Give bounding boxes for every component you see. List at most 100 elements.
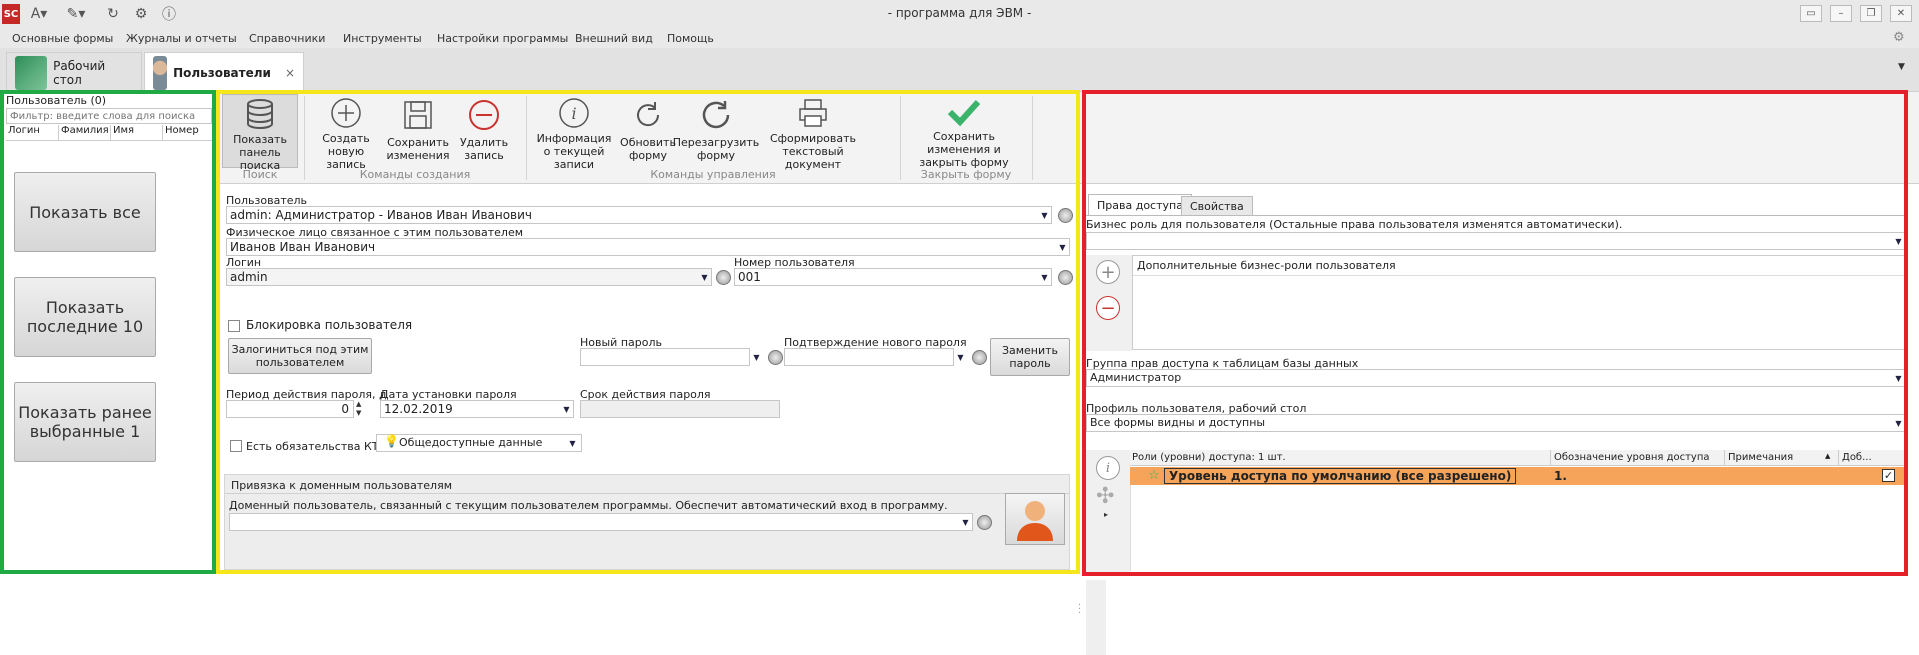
- gear-icon[interactable]: ⚙: [1893, 30, 1905, 45]
- row-role-name: Уровень доступа по умолчанию (все разреш…: [1164, 468, 1517, 484]
- new-password-dropdown-icon[interactable]: ▼: [750, 349, 763, 365]
- avatar-icon: [1017, 501, 1053, 541]
- person-dropdown-icon[interactable]: ▼: [1056, 239, 1069, 255]
- set-date-field[interactable]: 12.02.2019: [380, 400, 574, 418]
- tab-access-rights[interactable]: Права доступа: [1088, 194, 1192, 216]
- info-icon: i: [556, 97, 592, 129]
- number-dropdown-icon[interactable]: ▼: [1038, 269, 1051, 285]
- menu-item-help[interactable]: Помощь: [667, 32, 714, 45]
- avatar-button[interactable]: [1005, 493, 1065, 545]
- save-icon: [400, 97, 436, 133]
- col-number[interactable]: Номер: [163, 125, 212, 140]
- menu-item-directories[interactable]: Справочники: [249, 32, 325, 45]
- user-open-icon[interactable]: [1058, 208, 1073, 223]
- refresh-form-button[interactable]: Обновить форму: [620, 94, 676, 168]
- expand-arrow-icon[interactable]: ▸: [1104, 510, 1108, 519]
- col-add[interactable]: Доб...: [1838, 450, 1872, 466]
- group-label-manage: Команды управления: [650, 168, 776, 181]
- business-role-field[interactable]: [1086, 232, 1906, 250]
- kt-checkbox[interactable]: [230, 440, 242, 452]
- kt-select[interactable]: Общедоступные данные: [376, 434, 582, 452]
- save-and-close-button[interactable]: Сохранить изменения и закрыть форму: [906, 94, 1022, 169]
- profile-field[interactable]: Все формы видны и доступны: [1086, 414, 1906, 432]
- minimize-button[interactable]: –: [1830, 5, 1852, 22]
- delete-record-button[interactable]: Удалить запись: [454, 94, 514, 168]
- tab-properties[interactable]: Свойства: [1181, 196, 1253, 216]
- puzzle-icon[interactable]: ✣: [1096, 484, 1114, 509]
- col-level-code[interactable]: Обозначение уровня доступа: [1550, 450, 1710, 466]
- show-all-button[interactable]: Показать все: [14, 172, 156, 252]
- access-group-field[interactable]: Администратор: [1086, 369, 1906, 387]
- splitter-grip-icon[interactable]: · · ·: [1078, 601, 1081, 619]
- close-tab-icon[interactable]: ×: [285, 66, 295, 80]
- user-field[interactable]: admin: Администратор - Иванов Иван Ивано…: [226, 206, 1052, 224]
- number-field[interactable]: 001: [734, 268, 1052, 286]
- block-user-checkbox[interactable]: [228, 320, 240, 332]
- menu-item-program-settings[interactable]: Настройки программы: [437, 32, 568, 45]
- period-spinner-icon[interactable]: ▲ ▼: [356, 400, 361, 418]
- save-changes-button[interactable]: Сохранить изменения: [384, 94, 452, 168]
- sort-up-icon: ▲: [1825, 452, 1831, 460]
- confirm-password-open-icon[interactable]: [972, 350, 987, 365]
- new-password-open-icon[interactable]: [768, 350, 783, 365]
- profile-dropdown-icon[interactable]: ▼: [1892, 415, 1905, 431]
- new-password-field[interactable]: [580, 348, 750, 366]
- tab-users[interactable]: Пользователи ×: [144, 52, 304, 92]
- domain-open-icon[interactable]: [977, 515, 992, 530]
- levels-grid-row[interactable]: ☆ Уровень доступа по умолчанию (все разр…: [1130, 467, 1906, 485]
- col-login[interactable]: Логин: [6, 125, 59, 140]
- tab-desktop[interactable]: Рабочий стол: [6, 52, 142, 92]
- col-roles[interactable]: Роли (уровни) доступа: 1 шт.: [1132, 452, 1286, 463]
- restore-layout-button[interactable]: ▭: [1800, 5, 1822, 22]
- reload-form-button[interactable]: Перезагрузить форму: [673, 94, 759, 168]
- login-open-icon[interactable]: [716, 270, 731, 285]
- person-field[interactable]: Иванов Иван Иванович: [226, 238, 1070, 256]
- kt-dropdown-icon[interactable]: ▼: [566, 435, 579, 451]
- record-info-button[interactable]: i Информация о текущей записи: [532, 94, 616, 171]
- login-dropdown-icon[interactable]: ▼: [698, 269, 711, 285]
- business-role-dropdown-icon[interactable]: ▼: [1892, 233, 1905, 249]
- filter-input[interactable]: [6, 108, 212, 124]
- maximize-button[interactable]: ❐: [1860, 5, 1882, 22]
- col-name[interactable]: Имя: [111, 125, 163, 140]
- row-add-checkbox[interactable]: ✓: [1882, 469, 1895, 482]
- kt-label: Есть обязательства КТ: [246, 440, 379, 453]
- user-dropdown-icon[interactable]: ▼: [1038, 207, 1051, 223]
- menu-item-main-forms[interactable]: Основные формы: [12, 32, 113, 45]
- show-previous-button[interactable]: Показать ранее выбранные 1: [14, 382, 156, 462]
- col-surname[interactable]: Фамилия: [59, 125, 111, 140]
- title-bar: SC A▾ ✎▾ ↻ ⚙ ⓘ - программа для ЭВМ - ▭ –…: [0, 0, 1919, 28]
- confirm-password-field[interactable]: [784, 348, 954, 366]
- printer-icon: [795, 97, 831, 129]
- menu-item-appearance[interactable]: Внешний вид: [575, 32, 653, 45]
- show-last-10-button[interactable]: Показать последние 10: [14, 277, 156, 357]
- add-role-icon[interactable]: +: [1096, 260, 1120, 284]
- row-level-code: 1.: [1554, 469, 1567, 483]
- login-as-user-button[interactable]: Залогиниться под этим пользователем: [228, 338, 372, 374]
- access-group-dropdown-icon[interactable]: ▼: [1892, 370, 1905, 386]
- create-record-button[interactable]: Создать новую запись: [310, 94, 382, 171]
- tabs-dropdown-icon[interactable]: ▼: [1898, 62, 1905, 72]
- menu-item-journals[interactable]: Журналы и отчеты: [126, 32, 237, 45]
- domain-dropdown-icon[interactable]: ▼: [959, 514, 972, 530]
- confirm-password-dropdown-icon[interactable]: ▼: [954, 349, 967, 365]
- star-icon: ☆: [1148, 468, 1160, 483]
- set-date-dropdown-icon[interactable]: ▼: [560, 401, 573, 417]
- user-list-panel: Пользователь (0) Логин Фамилия Имя Номер…: [0, 92, 216, 580]
- change-password-button[interactable]: Заменить пароль: [990, 338, 1070, 376]
- save-and-close-label: Сохранить изменения и закрыть форму: [919, 130, 1009, 169]
- group-label-search: Поиск: [242, 168, 278, 181]
- col-notes[interactable]: Примечания: [1724, 450, 1836, 466]
- domain-user-field[interactable]: [229, 513, 973, 531]
- show-search-panel-button[interactable]: Показать панель поиска: [222, 94, 298, 172]
- generate-document-button[interactable]: Сформировать текстовый документ: [756, 94, 870, 171]
- menu-item-tools[interactable]: Инструменты: [343, 32, 422, 45]
- level-info-icon[interactable]: i: [1096, 456, 1120, 480]
- period-field[interactable]: 0: [226, 400, 354, 418]
- business-role-label: Бизнес роль для пользователя (Остальные …: [1086, 218, 1623, 231]
- extra-roles-grid: Дополнительные бизнес-роли пользователя: [1132, 255, 1906, 350]
- remove-role-icon[interactable]: −: [1096, 296, 1120, 320]
- login-field[interactable]: admin: [226, 268, 712, 286]
- close-button[interactable]: ✕: [1890, 5, 1912, 22]
- number-open-icon[interactable]: [1058, 270, 1073, 285]
